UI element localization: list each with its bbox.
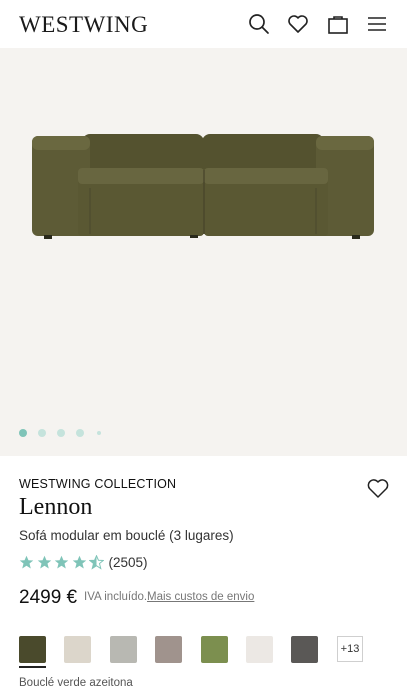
half-star-icon [89, 554, 104, 570]
bag-icon[interactable] [326, 12, 350, 36]
wishlist-heart-icon[interactable] [366, 477, 390, 499]
gallery-dot[interactable] [57, 429, 65, 437]
product-name: Lennon [19, 494, 93, 520]
swatch-taupe[interactable] [155, 636, 182, 663]
gallery-dot[interactable] [38, 429, 46, 437]
swatch-grey[interactable] [110, 636, 137, 663]
westwing-logo[interactable]: WESTWING [19, 12, 148, 38]
star-icon [72, 555, 86, 568]
heart-icon[interactable] [286, 12, 310, 36]
color-swatches: +13 [19, 636, 399, 668]
star-icon [37, 555, 51, 568]
product-subtitle: Sofá modular em bouclé (3 lugares) [19, 528, 234, 543]
swatch-anthracite[interactable] [291, 636, 318, 663]
rating-count[interactable]: (2505) [109, 555, 148, 570]
gallery-dot[interactable] [97, 431, 101, 435]
shipping-costs-link[interactable]: Mais custos de envio [147, 591, 254, 603]
swatch-white[interactable] [246, 636, 273, 663]
star-icon [19, 555, 34, 568]
swatch-olive[interactable] [19, 636, 46, 663]
sofa-image [32, 134, 374, 239]
top-header: WESTWING [0, 0, 407, 48]
selected-swatch-indicator [19, 666, 46, 668]
swatch-cream[interactable] [64, 636, 91, 663]
gallery-dot[interactable] [19, 429, 27, 437]
gallery-pagination [0, 428, 407, 440]
menu-icon[interactable] [365, 12, 389, 36]
swatch-green[interactable] [201, 636, 228, 663]
more-colors-button[interactable]: +13 [337, 636, 363, 662]
rating[interactable]: (2505) [19, 553, 148, 571]
brand-label[interactable]: WESTWING COLLECTION [19, 477, 176, 491]
selected-color-label: Bouclé verde azeitona [19, 677, 133, 689]
search-icon[interactable] [247, 12, 271, 36]
gallery-dot[interactable] [76, 429, 84, 437]
star-icon [54, 555, 69, 568]
product-gallery[interactable] [0, 48, 407, 456]
product-price: 2499 € [19, 587, 78, 608]
vat-note: IVA incluído. [84, 591, 148, 603]
